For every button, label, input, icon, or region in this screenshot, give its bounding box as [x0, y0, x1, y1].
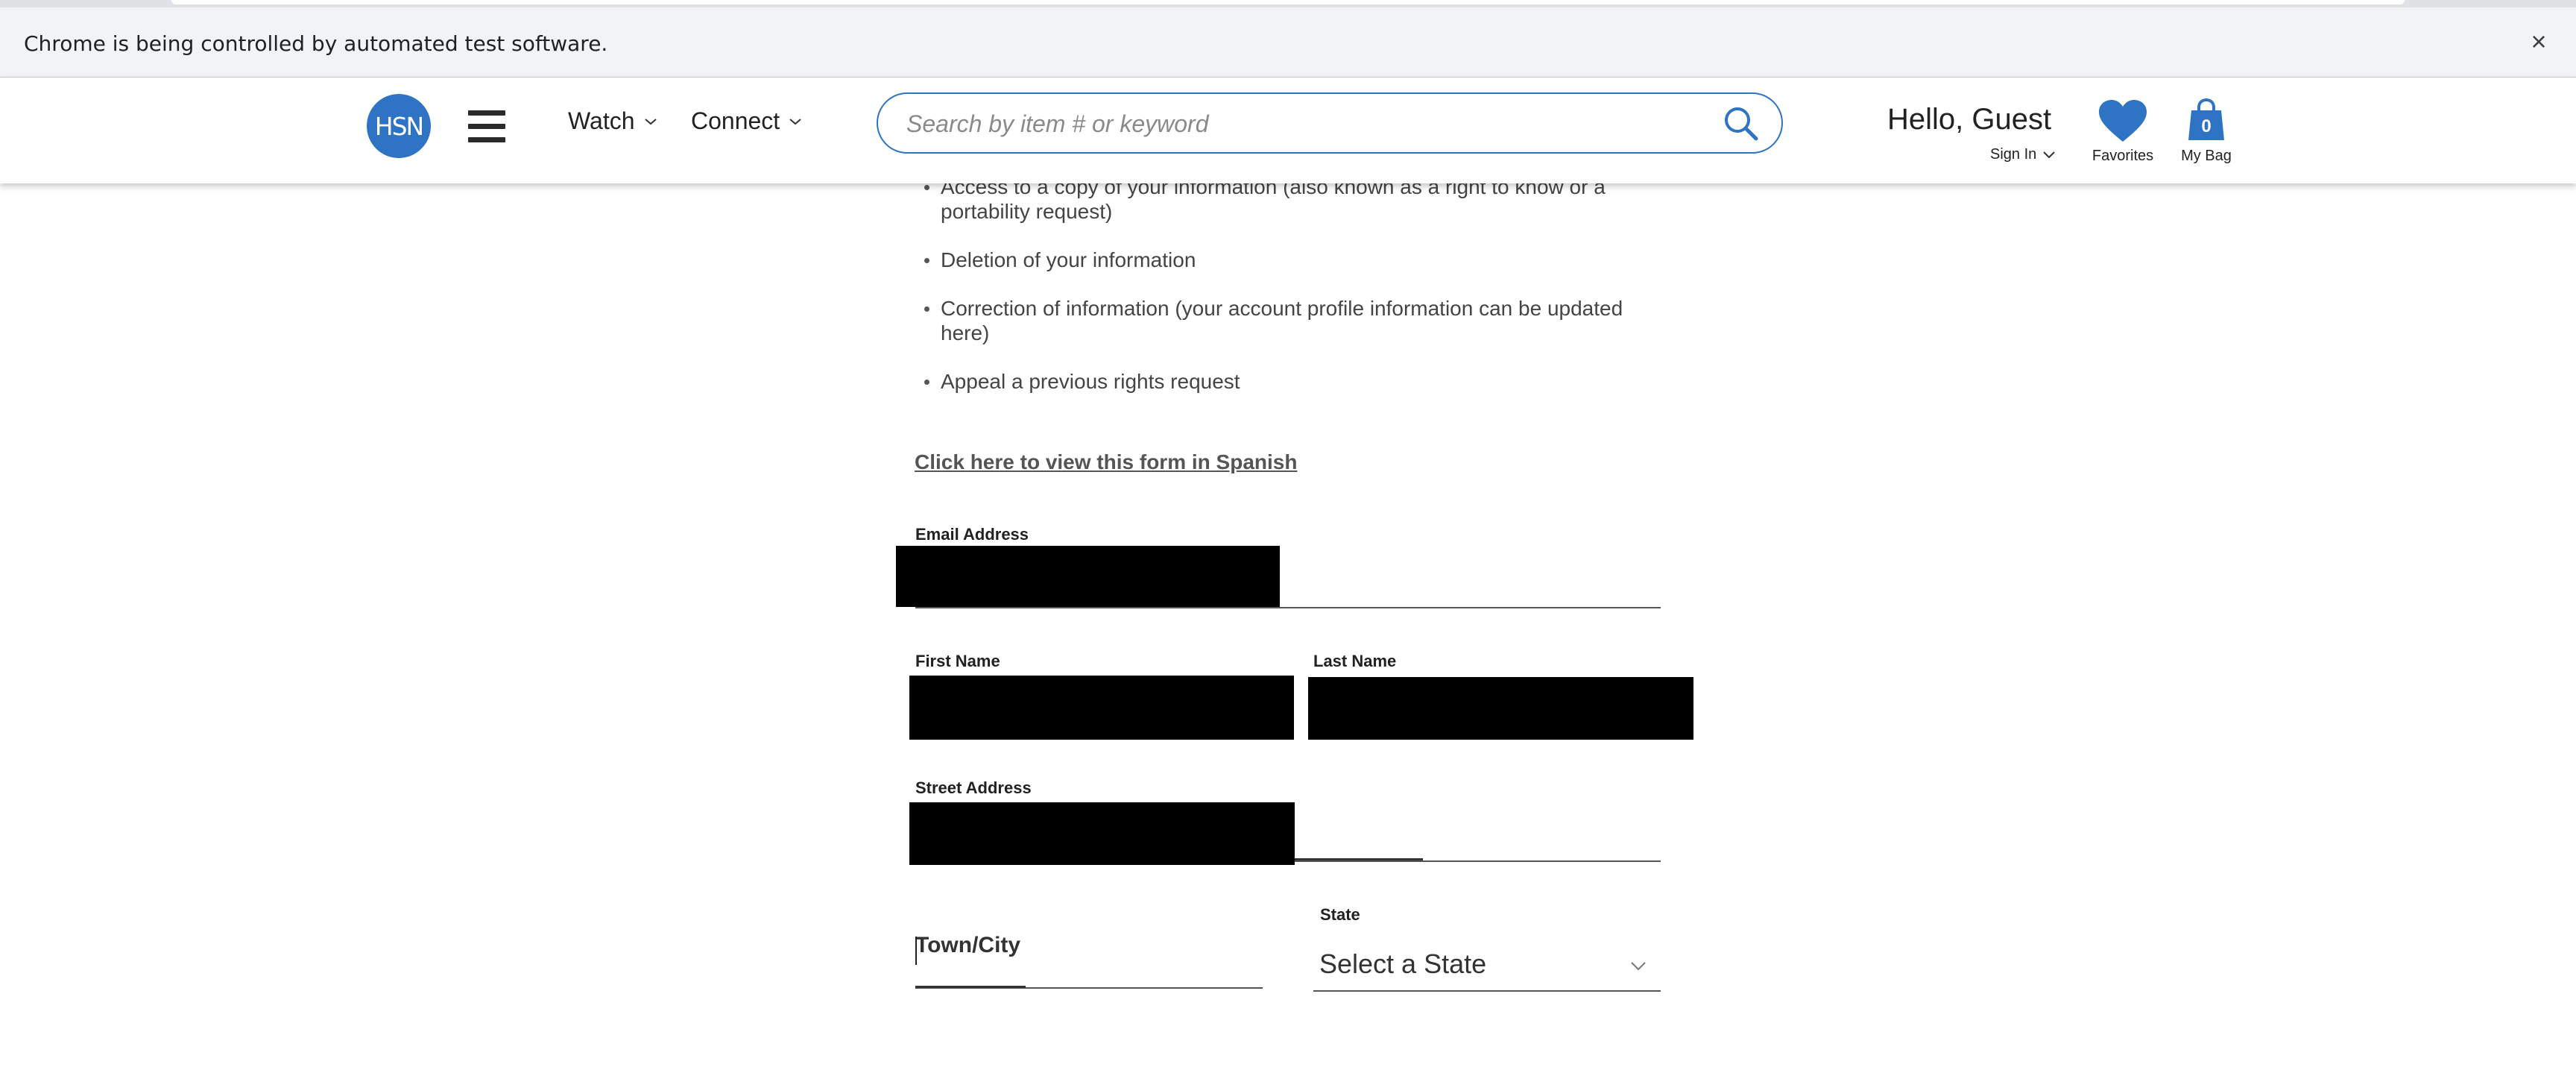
spanish-form-link[interactable]: Click here to view this form in Spanish — [915, 450, 1297, 474]
street-address-underline — [1295, 860, 1661, 862]
state-underline — [1313, 990, 1661, 992]
chevron-down-icon — [2043, 151, 2055, 158]
chevron-down-icon — [1631, 962, 1646, 971]
search-bar — [877, 92, 1783, 154]
list-item: Appeal a previous rights request — [914, 369, 1659, 394]
chevron-down-icon — [789, 118, 801, 125]
site-header: HSN Watch Connect Hello, Guest Sign In — [0, 78, 2576, 183]
greeting-text: Hello, Guest — [1887, 103, 2052, 136]
browser-tab-strip — [0, 0, 2576, 7]
email-underline — [915, 607, 1661, 608]
town-city-focus-bar — [915, 986, 1026, 988]
infobar-message: Chrome is being controlled by automated … — [24, 31, 608, 56]
heart-icon — [2099, 100, 2147, 142]
town-city-label: Town/City — [915, 933, 1021, 957]
close-icon[interactable]: × — [2524, 27, 2554, 57]
street-address-focus-bar — [1295, 858, 1423, 860]
text-caret — [915, 937, 917, 965]
state-label: State — [1320, 905, 1360, 924]
my-bag-button[interactable]: 0 My Bag — [2176, 97, 2236, 166]
bag-count: 0 — [2201, 116, 2212, 136]
hsn-logo[interactable]: HSN — [367, 94, 431, 158]
chevron-down-icon — [644, 118, 657, 125]
list-item: Correction of information (your account … — [914, 296, 1659, 345]
automation-infobar: Chrome is being controlled by automated … — [0, 7, 2576, 78]
nav-connect[interactable]: Connect — [691, 107, 802, 135]
logo-text: HSN — [374, 111, 424, 141]
search-input[interactable] — [905, 103, 1683, 145]
redacted-value — [909, 676, 1294, 740]
privacy-request-form: Access to a copy of your information (al… — [0, 175, 2576, 1070]
nav-connect-label: Connect — [691, 107, 780, 134]
search-icon[interactable] — [1722, 104, 1761, 143]
last-name-label: Last Name — [1313, 652, 1397, 670]
rights-list: Access to a copy of your information (al… — [914, 174, 1659, 418]
menu-icon[interactable] — [466, 109, 509, 145]
redacted-value — [1308, 677, 1693, 740]
state-selected-value: Select a State — [1319, 948, 1487, 979]
favorites-button[interactable]: Favorites — [2087, 98, 2159, 166]
list-item: Deletion of your information — [914, 248, 1659, 272]
street-address-label: Street Address — [915, 778, 1032, 797]
state-select[interactable]: Select a State — [1313, 937, 1661, 993]
redacted-value — [909, 802, 1295, 865]
first-name-label: First Name — [915, 652, 1000, 670]
redacted-value — [896, 546, 1280, 607]
favorites-label: Favorites — [2092, 148, 2154, 164]
email-label: Email Address — [915, 525, 1029, 544]
nav-watch[interactable]: Watch — [568, 107, 657, 135]
sign-in-dropdown[interactable]: Sign In — [1990, 146, 2056, 163]
my-bag-label: My Bag — [2181, 148, 2232, 164]
browser-tab-edge — [171, 0, 2405, 4]
sign-in-label: Sign In — [1990, 146, 2037, 163]
nav-watch-label: Watch — [568, 107, 635, 134]
